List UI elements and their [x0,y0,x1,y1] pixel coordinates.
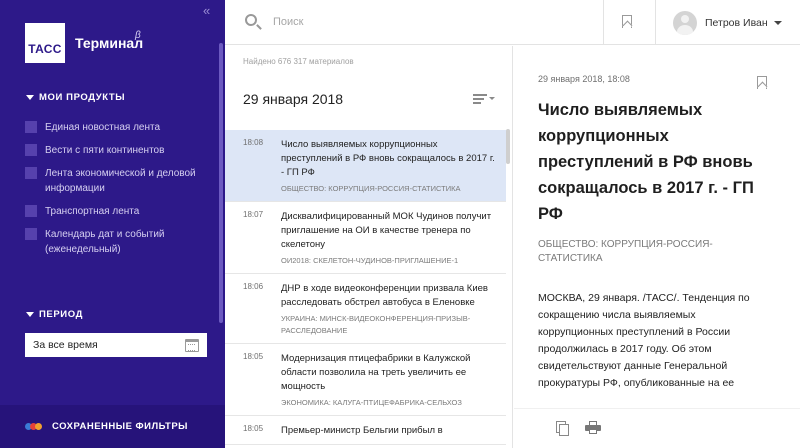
article-panel: 29 января 2018, 18:08 Число выявляемых к… [514,46,800,448]
news-time: 18:06 [243,282,264,291]
print-icon[interactable] [585,421,601,434]
news-time: 18:05 [243,352,264,361]
caret-down-icon [26,95,34,100]
product-label: Лента экономической и деловой информации [45,168,196,194]
period-section-toggle[interactable]: ПЕРИОД [26,309,83,320]
saved-filters-dots-icon [25,423,42,430]
news-item[interactable]: 18:05 Модернизация птицефабрики в Калужс… [225,344,506,416]
copy-icon[interactable] [556,421,569,436]
divider [655,0,656,45]
news-item-selected[interactable]: 18:08 Число выявляемых коррупционных пре… [225,130,506,202]
saved-filters-label: СОХРАНЕННЫЕ ФИЛЬТРЫ [52,421,188,432]
products-section-toggle[interactable]: МОИ ПРОДУКТЫ [26,92,125,103]
products-section-title: МОИ ПРОДУКТЫ [39,92,126,103]
calendar-icon[interactable] [185,338,199,352]
logo-text: ТАСС [28,42,62,56]
article-toolbar [514,408,800,448]
list-date-heading: 29 января 2018 [243,91,344,107]
user-menu[interactable]: Петров Иван [673,11,782,35]
news-tags: ЭКОНОМИКА: КАЛУГА-ПТИЦЕФАБРИКА-СЕЛЬХОЗ [281,398,462,407]
product-label: Транспортная лента [45,206,140,217]
news-tags: ОБЩЕСТВО: КОРРУПЦИЯ-РОССИЯ-СТАТИСТИКА [281,184,461,193]
avatar [673,11,697,35]
tass-logo[interactable]: ТАСС [25,23,65,63]
news-items: 18:08 Число выявляемых коррупционных пре… [225,130,506,445]
news-headline: ДНР в ходе видеоконференции призвала Кие… [281,283,488,308]
divider [603,0,604,45]
news-item[interactable]: 18:06 ДНР в ходе видеоконференции призва… [225,274,506,344]
dot-orange [35,423,42,430]
article-tags[interactable]: ОБЩЕСТВО: КОРРУПЦИЯ-РОССИЯ-СТАТИСТИКА [538,238,768,266]
news-item[interactable]: 18:07 Дисквалифицированный МОК Чудинов п… [225,202,506,274]
news-tags: ОИ2018: СКЕЛЕТОН-ЧУДИНОВ-ПРИГЛАШЕНИЕ-1 [281,256,459,265]
news-tags: УКРАИНА: МИНСК-ВИДЕОКОНФЕРЕНЦИЯ-ПРИЗЫВ-Р… [281,314,471,335]
product-checkbox[interactable] [25,228,37,240]
product-label: Календарь дат и событий (еженедельный) [45,229,165,255]
list-scrollbar[interactable] [506,129,510,164]
top-bar: Петров Иван [225,0,800,45]
app-name: Терминал [75,35,144,51]
news-time: 18:05 [243,424,264,433]
news-time: 18:07 [243,210,264,219]
product-checkbox[interactable] [25,167,37,179]
sidebar: « ТАСС Терминал β МОИ ПРОДУКТЫ Единая но… [0,0,225,448]
period-section-title: ПЕРИОД [39,309,83,320]
product-label: Вести с пяти континентов [45,145,165,156]
article-body: МОСКВА, 29 января. /ТАСС/. Тенденция по … [538,292,750,389]
period-value: За все время [33,339,98,351]
product-checkbox[interactable] [25,121,37,133]
news-time: 18:08 [243,138,264,147]
saved-filters-button[interactable]: СОХРАНЕННЫЕ ФИЛЬТРЫ [0,405,225,448]
bookmarks-icon[interactable] [622,15,632,28]
product-item[interactable]: Календарь дат и событий (еженедельный) [25,227,205,257]
sort-chevron-icon[interactable] [489,97,495,100]
product-item[interactable]: Единая новостная лента [25,120,205,135]
news-headline: Дисквалифицированный МОК Чудинов получит… [281,211,492,250]
chevron-down-icon [773,21,782,25]
sidebar-scrollbar[interactable] [219,43,223,323]
search-icon[interactable] [245,14,257,26]
article-date: 29 января 2018, 18:08 [538,74,630,84]
news-item[interactable]: 18:05 Премьер-министр Бельгии прибыл в [225,416,506,445]
user-name: Петров Иван [705,17,768,29]
news-headline: Модернизация птицефабрики в Калужской об… [281,353,471,392]
sort-icon[interactable] [473,94,487,106]
article-title: Число выявляемых коррупционных преступле… [538,101,754,223]
bookmark-article-icon[interactable] [757,76,767,89]
product-item[interactable]: Транспортная лента [25,204,205,219]
news-headline: Число выявляемых коррупционных преступле… [281,139,495,178]
news-list-panel: Найдено 676 317 материалов 29 января 201… [225,46,513,448]
product-checkbox[interactable] [25,144,37,156]
product-item[interactable]: Лента экономической и деловой информации [25,166,205,196]
news-headline: Премьер-министр Бельгии прибыл в [281,425,443,436]
results-count: Найдено 676 317 материалов [243,57,354,66]
product-label: Единая новостная лента [45,122,161,133]
product-checkbox[interactable] [25,205,37,217]
search-input[interactable] [273,12,553,32]
product-item[interactable]: Вести с пяти континентов [25,143,205,158]
products-list: Единая новостная лента Вести с пяти конт… [25,120,205,265]
caret-down-icon [26,312,34,317]
period-select[interactable]: За все время [25,333,207,357]
collapse-sidebar-icon[interactable]: « [203,3,210,18]
beta-badge: β [135,30,141,41]
